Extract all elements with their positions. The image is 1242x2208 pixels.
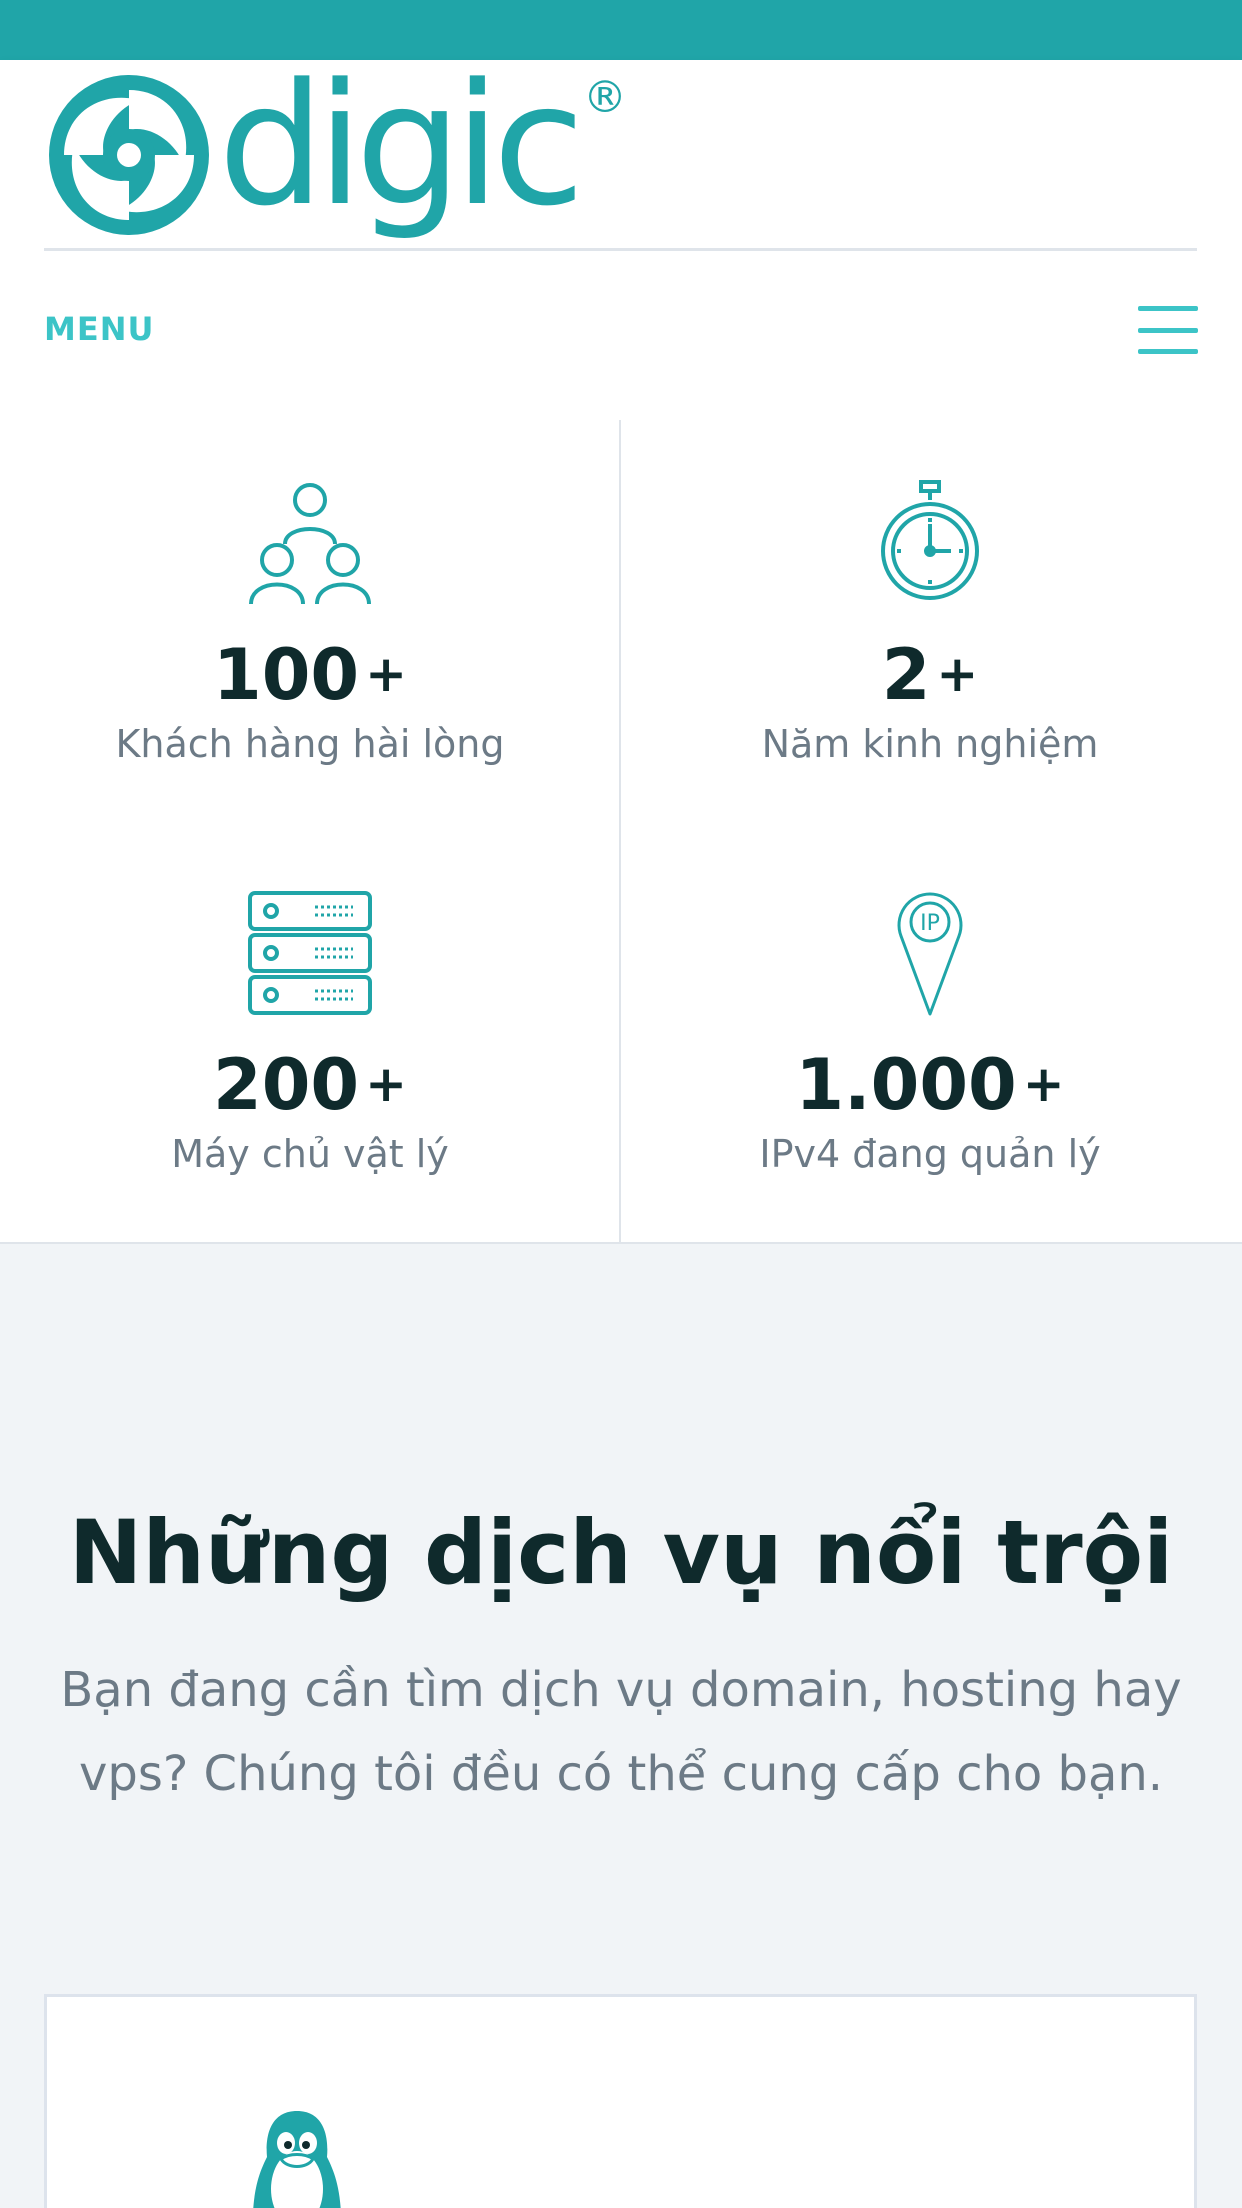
stat-label: Khách hàng hài lòng xyxy=(115,722,505,766)
stat-ipv4: IP 1.000 + IPv4 đang quản lý xyxy=(620,890,1240,1179)
stat-servers: 200 + Máy chủ vật lý xyxy=(0,890,620,1179)
site-header: digic ® MENU xyxy=(0,60,1242,420)
top-accent-bar xyxy=(0,0,1242,60)
stat-label: Máy chủ vật lý xyxy=(171,1132,449,1176)
users-icon xyxy=(249,483,371,605)
linux-tux-icon xyxy=(253,2111,341,2208)
brand-logo[interactable]: digic ® xyxy=(44,47,627,243)
service-card-linux[interactable] xyxy=(44,1994,1197,2208)
svg-text:IP: IP xyxy=(920,911,940,936)
stat-customers: 100 + Khách hàng hài lòng xyxy=(0,480,620,769)
stat-number: 200 + xyxy=(212,1044,408,1126)
stat-number: 100 + xyxy=(212,634,408,716)
stopwatch-icon xyxy=(881,480,979,600)
stat-number: 1.000 + xyxy=(795,1044,1065,1126)
services-heading: Những dịch vụ nổi trội xyxy=(68,1501,1174,1604)
stat-label: IPv4 đang quản lý xyxy=(759,1132,1101,1176)
services-subtitle: Bạn đang cần tìm dịch vụ domain, hosting… xyxy=(60,1662,1182,1802)
stat-label: Năm kinh nghiệm xyxy=(761,722,1099,766)
swirl-logo-icon xyxy=(49,75,209,235)
brand-name: digic xyxy=(218,47,585,243)
server-icon xyxy=(248,891,372,1015)
ip-pin-icon: IP xyxy=(897,892,963,1016)
stats-section: 100 + Khách hàng hài lòng 2 + Năm kinh ngh… xyxy=(0,420,1242,1244)
hamburger-icon[interactable] xyxy=(1138,306,1198,354)
registered-mark: ® xyxy=(583,72,627,123)
stat-number: 2 + xyxy=(881,634,979,716)
header-divider xyxy=(44,248,1197,251)
stat-experience: 2 + Năm kinh nghiệm xyxy=(620,480,1240,769)
menu-label[interactable]: MENU xyxy=(44,310,154,348)
